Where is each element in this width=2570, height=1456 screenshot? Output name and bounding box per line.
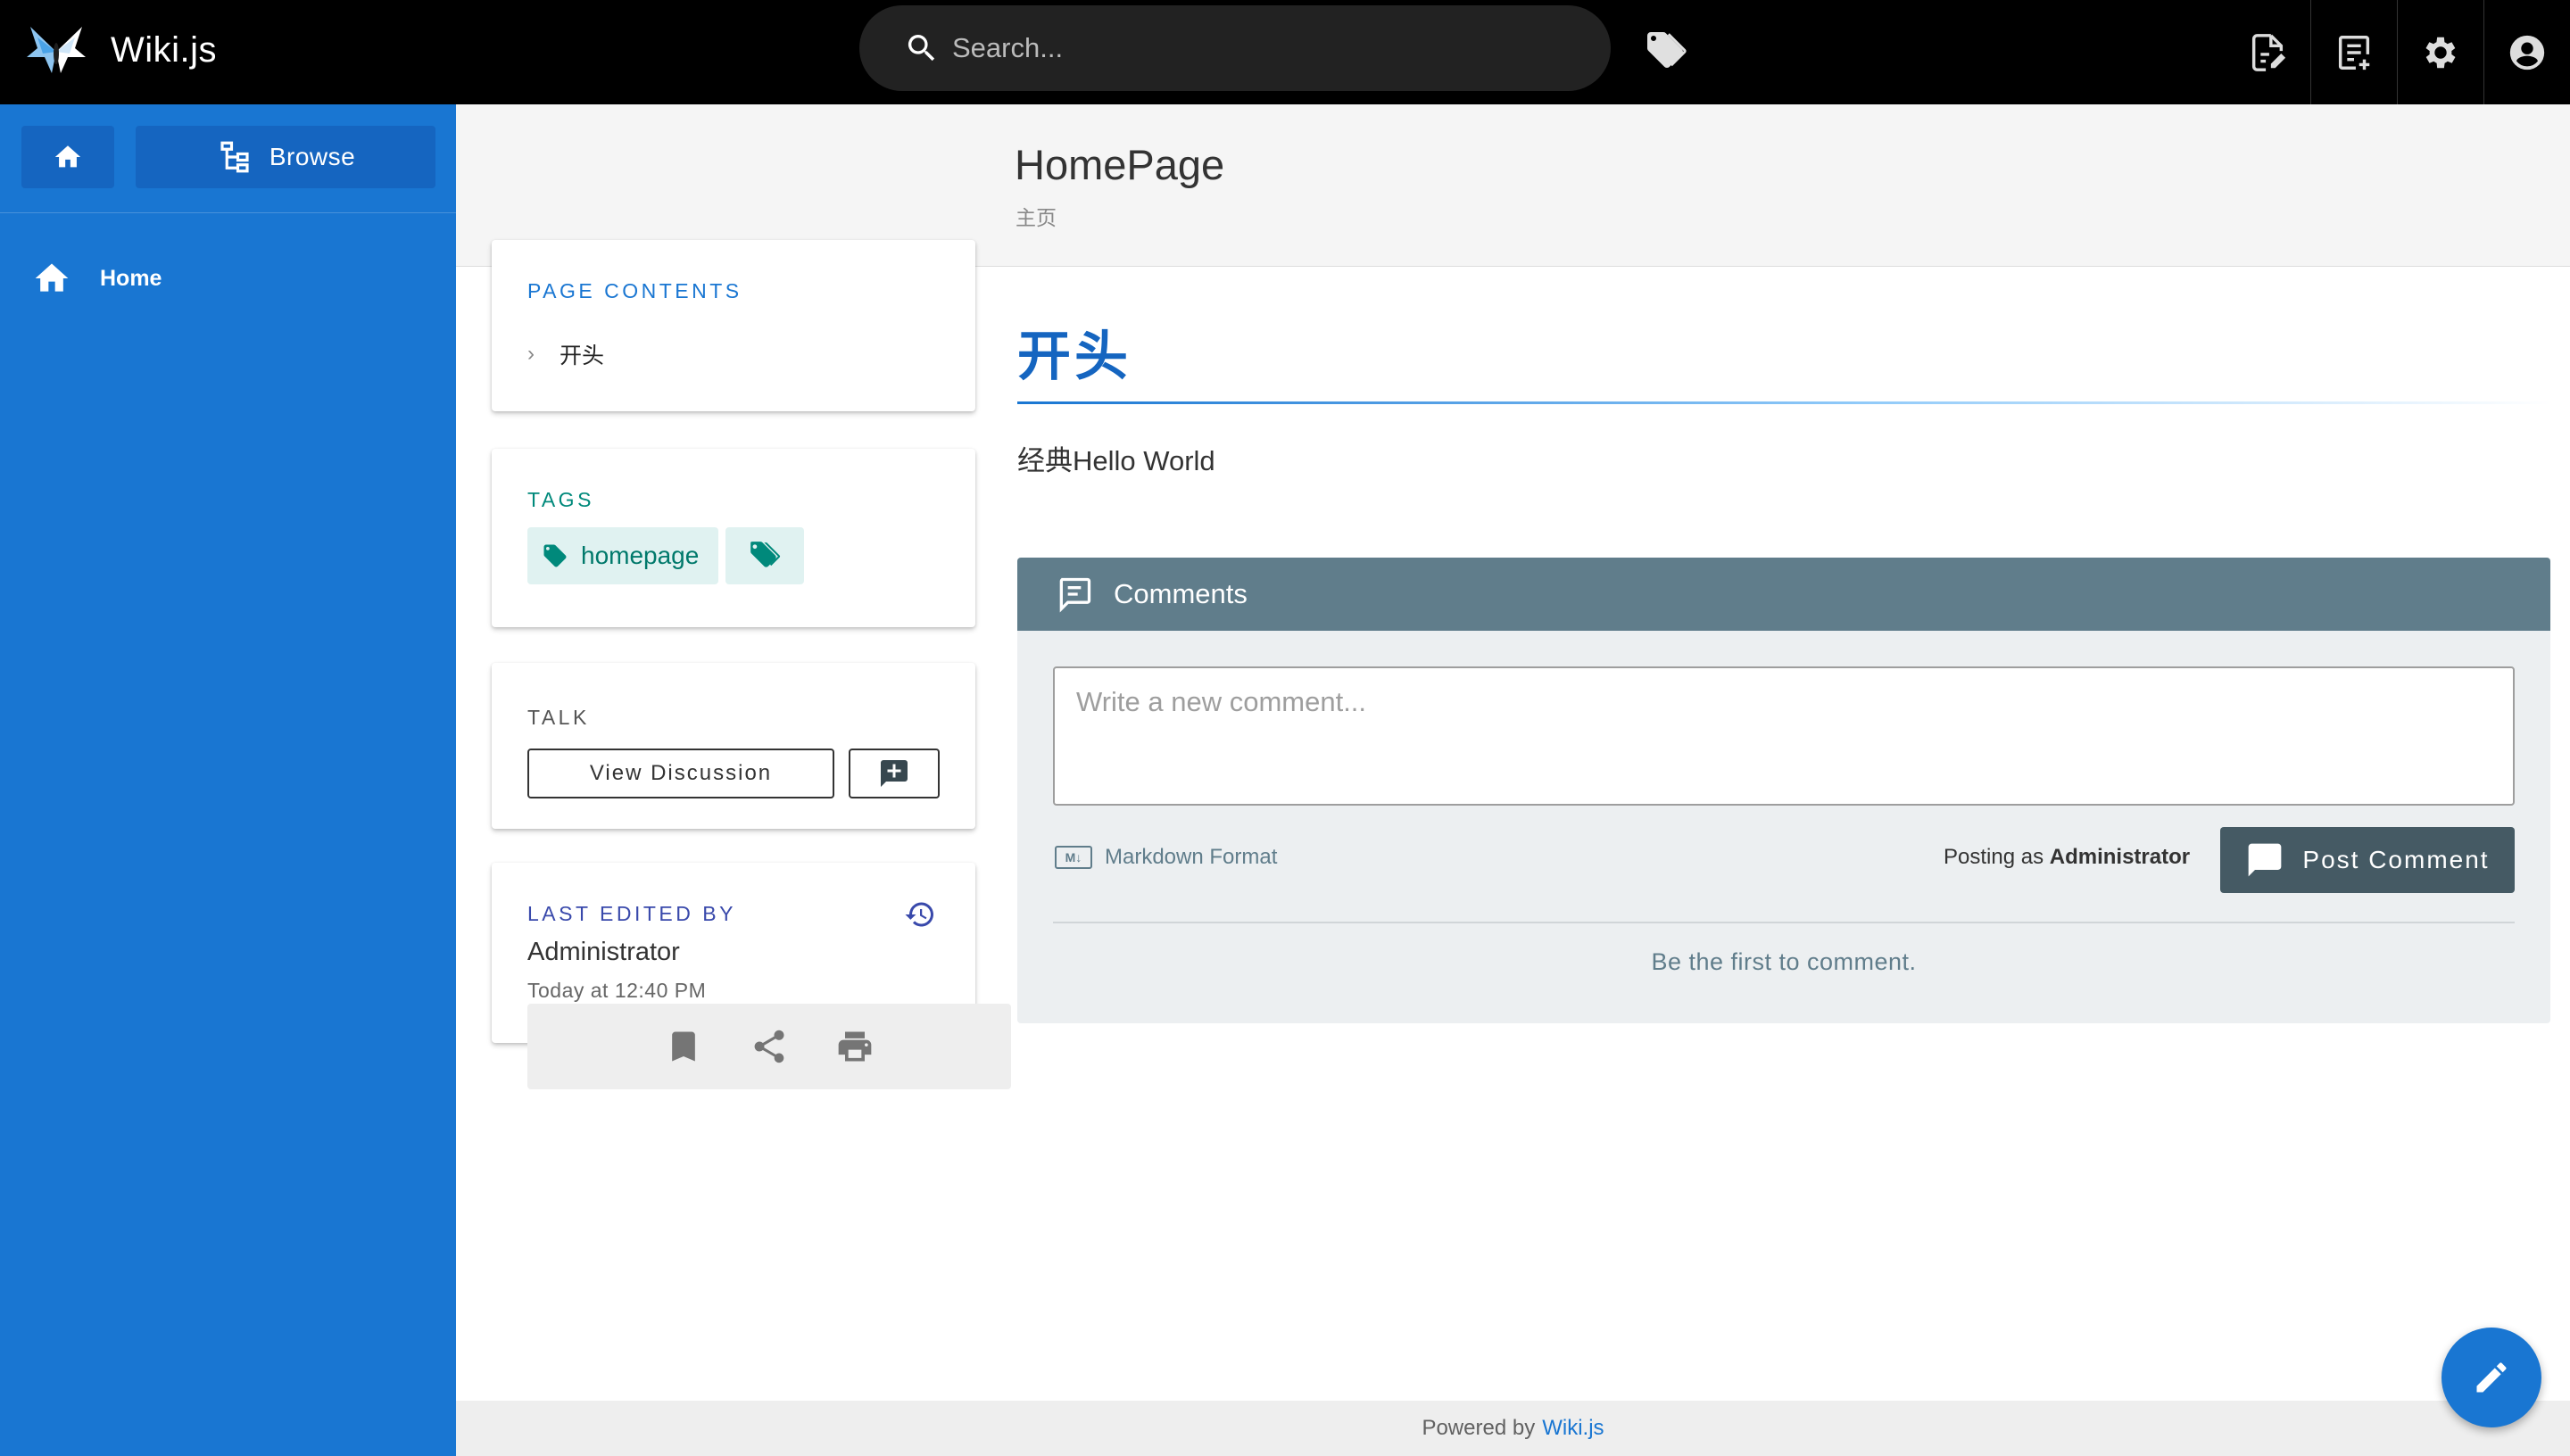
- content-heading: 开头: [1017, 327, 1132, 386]
- tag-chip-homepage[interactable]: homepage: [527, 527, 718, 584]
- home-icon: [35, 263, 69, 292]
- sidebar: Browse Home: [0, 104, 456, 1456]
- heading-divider: [1017, 401, 2552, 404]
- tags-card: TAGS homepage: [492, 449, 975, 627]
- tag-icon: [543, 544, 567, 567]
- page-actions-bar: [527, 1004, 1011, 1089]
- comments-divider: [1053, 922, 2515, 923]
- page-title: HomePage: [1015, 141, 1225, 188]
- print-icon[interactable]: [835, 1027, 875, 1066]
- markdown-icon: M↓: [1055, 846, 1092, 869]
- sidebar-home-button[interactable]: [21, 126, 114, 188]
- new-page-icon: [2251, 33, 2285, 71]
- brand[interactable]: Wiki.js: [25, 21, 217, 79]
- search-icon: [908, 35, 935, 62]
- footer-link[interactable]: Wiki.js: [1542, 1416, 1604, 1441]
- page-actions-button[interactable]: [2310, 0, 2397, 104]
- sidebar-browse-button[interactable]: Browse: [136, 126, 435, 188]
- last-edited-label: LAST EDITED BY: [527, 902, 736, 925]
- bookmark-icon[interactable]: [664, 1027, 703, 1066]
- search-input[interactable]: [952, 32, 1577, 64]
- tag-label: homepage: [581, 542, 700, 569]
- admin-button[interactable]: [2397, 0, 2483, 104]
- edit-timestamp: Today at 12:40 PM: [527, 979, 707, 1002]
- chevron-right-icon: ›: [527, 342, 535, 366]
- empty-comments-message: Be the first to comment.: [1651, 948, 1917, 975]
- comment-icon: [2249, 843, 2282, 877]
- view-discussion-button[interactable]: View Discussion: [527, 749, 834, 798]
- sidebar-item-label: Home: [100, 265, 162, 291]
- home-icon: [54, 145, 81, 168]
- account-button[interactable]: [2483, 0, 2570, 104]
- page-content: 开头 经典Hello World: [1017, 313, 2552, 478]
- new-page-button[interactable]: [2224, 0, 2310, 104]
- wikijs-logo-icon: [27, 27, 86, 73]
- tags-icon: [750, 542, 781, 567]
- pencil-icon: [2476, 1362, 2507, 1393]
- share-icon[interactable]: [750, 1027, 789, 1066]
- page-subtitle: 主页: [1016, 206, 1057, 229]
- post-comment-label: Post Comment: [2302, 846, 2490, 873]
- admin-gear-icon: [2425, 37, 2456, 68]
- talk-card: TALK View Discussion: [492, 663, 975, 829]
- edit-page-fab[interactable]: [2442, 1328, 2541, 1427]
- app-name: Wiki.js: [111, 29, 218, 70]
- posting-prefix: Posting as: [1944, 845, 2044, 869]
- main-area: HomePage 主页 PAGE CONTENTS › 开头 TAGS home…: [456, 104, 2570, 1456]
- top-bar: Wiki.js: [0, 0, 2570, 104]
- comment-plus-icon: [881, 760, 908, 787]
- file-tree-icon: [220, 141, 249, 173]
- posting-user: Administrator: [2049, 845, 2191, 869]
- comment-text-icon: [1059, 577, 1091, 613]
- browse-tags-button[interactable]: [725, 527, 804, 584]
- account-icon: [2509, 35, 2545, 70]
- toc-item[interactable]: › 开头: [527, 338, 604, 370]
- markdown-format-link[interactable]: M↓ Markdown Format: [1055, 845, 1277, 870]
- posting-as: Posting as Administrator: [1944, 845, 2190, 870]
- comment-input[interactable]: [1055, 668, 2513, 804]
- footer: Powered by Wiki.js: [456, 1401, 2570, 1456]
- comment-box: [1053, 666, 2515, 806]
- history-icon[interactable]: [904, 898, 936, 931]
- comments-section: Comments M↓ Markdown Format Posting as A…: [1017, 558, 2550, 1023]
- post-comment-button[interactable]: Post Comment: [2220, 827, 2515, 893]
- toc-card: PAGE CONTENTS › 开头: [492, 240, 975, 411]
- comments-title: Comments: [1114, 578, 1248, 609]
- comments-header: Comments: [1017, 558, 2550, 631]
- browse-label: Browse: [269, 143, 356, 170]
- toc-item-label: 开头: [560, 343, 605, 368]
- search-bar[interactable]: [859, 5, 1611, 91]
- tags-label: TAGS: [527, 488, 594, 511]
- sidebar-item-home[interactable]: Home: [0, 240, 456, 317]
- editor-name[interactable]: Administrator: [527, 938, 680, 967]
- page-actions-icon: [2338, 35, 2370, 70]
- tags-icon[interactable]: [1644, 29, 1687, 71]
- markdown-label: Markdown Format: [1105, 845, 1278, 869]
- talk-label: TALK: [527, 706, 590, 729]
- content-paragraph: 经典Hello World: [1017, 445, 1215, 476]
- top-actions: [2224, 0, 2570, 104]
- footer-prefix: Powered by: [1422, 1416, 1536, 1440]
- add-comment-button[interactable]: [849, 749, 940, 798]
- toc-label: PAGE CONTENTS: [527, 279, 742, 302]
